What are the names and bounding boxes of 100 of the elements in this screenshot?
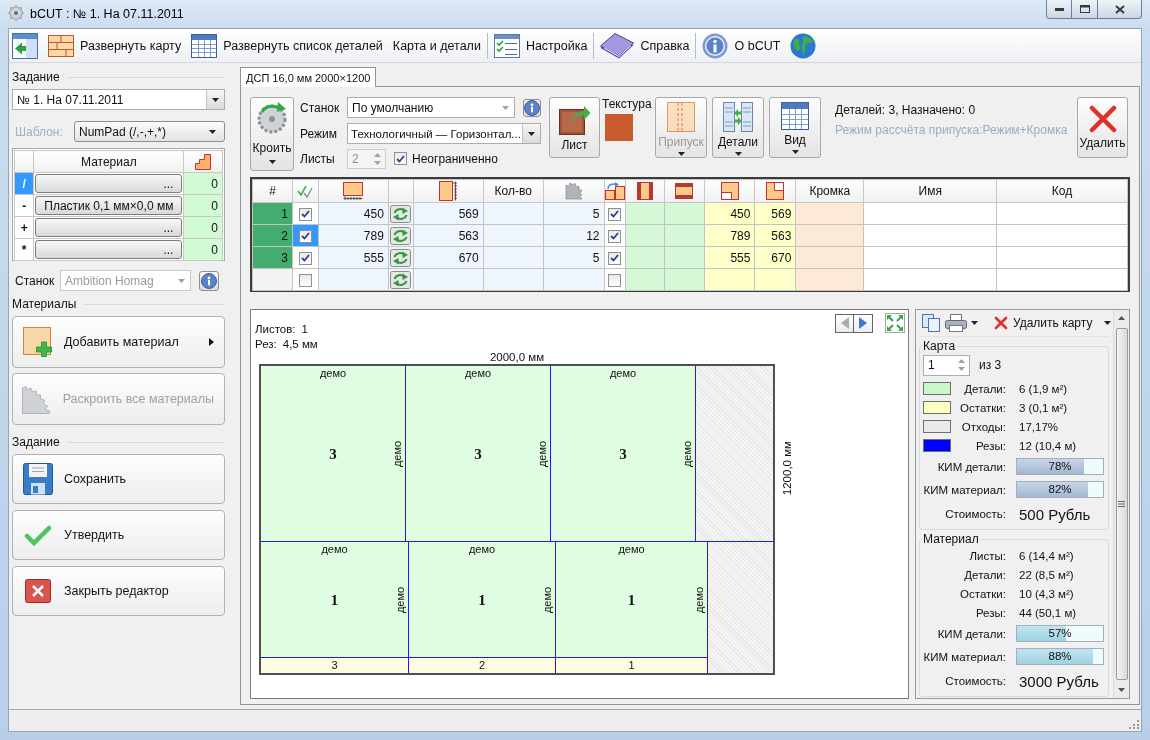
minimize-icon	[1054, 7, 1064, 11]
column-header[interactable]	[664, 179, 705, 203]
stat-label: Остатки:	[959, 401, 1006, 414]
row-key-cell[interactable]: -	[14, 194, 34, 217]
row-key-cell[interactable]: +	[14, 216, 34, 239]
field-label: Станок	[300, 100, 341, 115]
scroll-up-icon[interactable]	[1118, 316, 1125, 320]
tick-icon	[610, 254, 620, 263]
resize-grip-icon[interactable]	[1129, 719, 1139, 729]
maximize-button[interactable]	[1072, 0, 1098, 19]
checkbox[interactable]	[608, 251, 622, 265]
table-cell[interactable]	[292, 202, 319, 225]
save-button[interactable]: Сохранить	[12, 454, 225, 504]
row-number-cell[interactable]: 3	[252, 246, 293, 269]
expand-icon[interactable]	[885, 313, 905, 333]
texture-swatch[interactable]	[605, 114, 633, 141]
column-header[interactable]: #	[252, 179, 293, 203]
print-button[interactable]	[943, 312, 980, 334]
info-label: Листов:	[255, 322, 296, 337]
row-number-cell[interactable]: 2	[252, 224, 293, 247]
approve-button[interactable]: Утвердить	[12, 510, 225, 560]
part-side-label: демо	[394, 586, 407, 613]
cut-button[interactable]: Кроить	[250, 97, 294, 171]
sheet-button[interactable]: Лист	[549, 97, 600, 158]
saw-blade-icon	[256, 101, 288, 135]
spin-arrows-icon	[957, 358, 966, 372]
column-header[interactable]	[704, 179, 755, 203]
material-button[interactable]: ...	[35, 240, 183, 259]
toolbar-button[interactable]: Настройка	[491, 30, 590, 61]
checkbox[interactable]	[608, 207, 622, 221]
column-header[interactable]: Кромка	[795, 179, 864, 203]
stat-label: Листы:	[968, 549, 1006, 562]
checkbox[interactable]	[394, 152, 407, 165]
minimize-button[interactable]	[1046, 0, 1072, 19]
row-number-cell[interactable]: 1	[252, 202, 293, 225]
table-cell[interactable]	[292, 268, 319, 291]
delete-map-button[interactable]: Удалить карту	[992, 312, 1114, 334]
checkbox[interactable]	[298, 207, 312, 221]
info-button[interactable]	[199, 270, 219, 291]
copy-icon[interactable]	[922, 314, 940, 332]
column-header[interactable]: Код	[996, 179, 1128, 203]
checkbox[interactable]	[608, 273, 622, 287]
column-header[interactable]	[413, 179, 484, 203]
view-button[interactable]: Вид	[769, 97, 821, 158]
column-header[interactable]	[625, 179, 664, 203]
allowance-mode-text: Режим рассчёта припуска:Режим+Кромка	[835, 123, 1068, 137]
left-triangle-icon	[840, 317, 849, 329]
toolbar-button[interactable]: Справка	[598, 30, 692, 61]
column-header[interactable]	[318, 179, 389, 203]
part-number: 1	[627, 591, 636, 608]
caret-icon	[268, 160, 276, 164]
scrollbar[interactable]	[1113, 310, 1129, 698]
material-button[interactable]: Пластик 0,1 мм×0,0 мм	[35, 196, 183, 215]
sheet-tab[interactable]: ДСП 16,0 мм 2000×1200	[240, 67, 377, 87]
info-button[interactable]	[523, 98, 541, 117]
table-cell[interactable]	[604, 246, 626, 269]
panel-plus-icon	[23, 327, 53, 357]
column-header[interactable]: Материал	[33, 150, 184, 173]
checkbox[interactable]	[608, 229, 622, 243]
checkbox[interactable]	[298, 273, 312, 287]
mode-dropdown[interactable]: Технологичный — Горизонтал...	[347, 123, 541, 144]
spin-arrows-icon	[373, 151, 382, 166]
table-cell[interactable]	[604, 224, 626, 247]
checkbox[interactable]	[298, 251, 312, 265]
scrollbar-thumb[interactable]	[1115, 328, 1128, 680]
close-editor-button[interactable]: Закрыть редактор	[12, 566, 225, 616]
row-number-cell[interactable]	[252, 268, 293, 291]
material-button[interactable]: ...	[35, 218, 183, 237]
scroll-down-icon[interactable]	[1118, 688, 1125, 692]
stat-value: 3 (0,1 м²)	[1019, 401, 1068, 414]
column-header[interactable]: Имя	[863, 179, 997, 203]
toolbar-button[interactable]: Развернуть список деталей	[189, 30, 385, 61]
tick-icon	[610, 210, 620, 219]
row-key-cell[interactable]: *	[14, 238, 34, 261]
remnant-strip: 3	[261, 657, 408, 673]
globe-icon[interactable]	[790, 32, 817, 59]
machine-dropdown[interactable]: По умолчанию	[347, 97, 515, 118]
column-header[interactable]: Кол-во	[483, 179, 544, 203]
page-spin-field[interactable]: 1	[923, 354, 970, 376]
add-material-button[interactable]: Добавить материал	[12, 316, 225, 368]
column-header[interactable]	[604, 179, 626, 203]
tick-icon	[300, 254, 310, 263]
delete-button[interactable]: Удалить	[1077, 97, 1128, 158]
checkbox[interactable]	[298, 229, 312, 243]
table-cell[interactable]	[604, 268, 626, 291]
table-cell[interactable]	[292, 246, 319, 269]
column-header[interactable]	[754, 179, 796, 203]
close-button[interactable]	[1098, 0, 1142, 19]
toolbar-button[interactable]: Развернуть карту	[46, 30, 184, 61]
parts-button[interactable]: Детали	[712, 97, 764, 158]
template-dropdown[interactable]: NumPad (/,-,+,*)	[74, 121, 225, 142]
toolbar-button[interactable]: Карта и детали	[390, 30, 483, 61]
task-dropdown[interactable]: № 1. На 07.11.2011	[12, 89, 225, 110]
stat-label: КИМ детали:	[936, 460, 1006, 473]
table-cell[interactable]	[604, 202, 626, 225]
column-header[interactable]	[183, 150, 223, 173]
material-button[interactable]: ...	[35, 174, 183, 193]
next-button[interactable]	[854, 313, 873, 333]
stat-label: КИМ материал:	[923, 650, 1006, 663]
toolbar-button[interactable]: О bCUT	[700, 30, 783, 61]
